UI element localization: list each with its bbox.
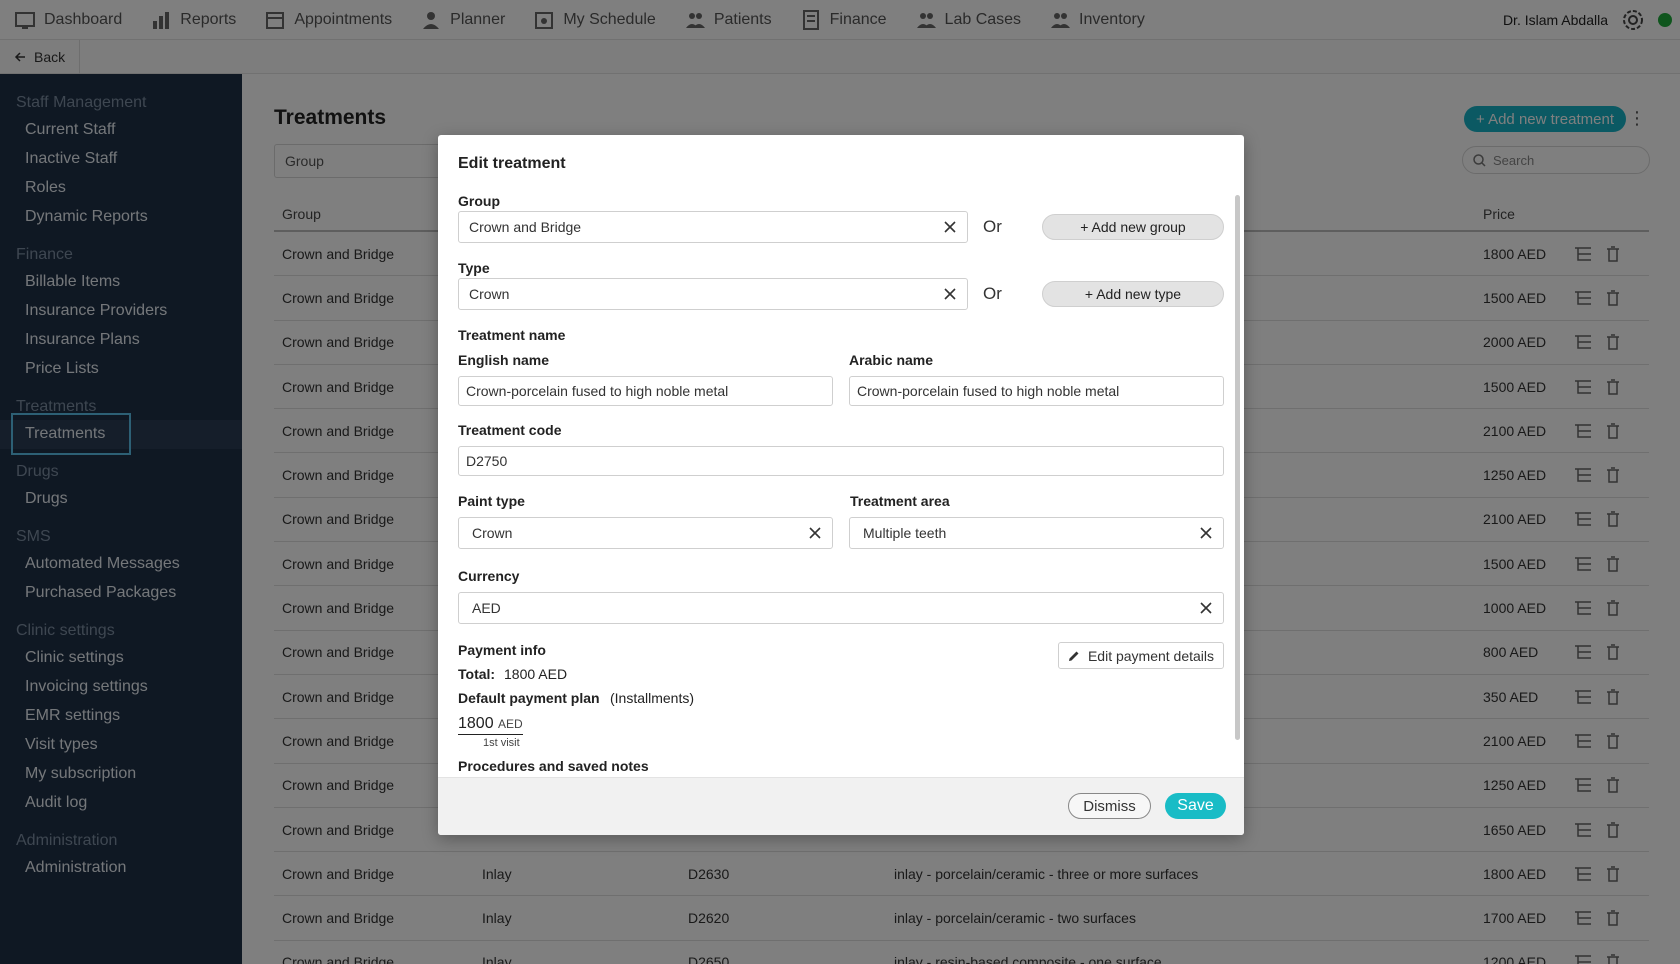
add-new-type-button[interactable]: + Add new type — [1042, 281, 1224, 307]
dialog-footer: Dismiss Save — [438, 777, 1244, 835]
arabic-name-label: Arabic name — [849, 352, 934, 368]
currency-select[interactable]: AED — [458, 592, 1224, 624]
clear-currency-icon[interactable] — [1199, 601, 1213, 615]
edit-treatment-dialog: Edit treatment Group Crown and Bridge Or… — [438, 135, 1244, 835]
total-value: 1800 AED — [504, 666, 568, 682]
total-label: Total: — [458, 666, 496, 682]
dialog-scrollbar[interactable] — [1235, 195, 1240, 740]
paint-type-label: Paint type — [458, 493, 525, 509]
arabic-name-input[interactable]: Crown-porcelain fused to high noble meta… — [849, 376, 1224, 406]
currency-value: AED — [472, 600, 501, 616]
clear-paint-type-icon[interactable] — [808, 526, 822, 540]
installment-amount-value: 1800 — [458, 715, 494, 732]
clear-treatment-area-icon[interactable] — [1199, 526, 1213, 540]
paint-type-value: Crown — [472, 525, 513, 541]
default-payment-plan-label: Default payment plan — [458, 690, 600, 706]
payment-plan-type: (Installments) — [610, 690, 695, 706]
type-select-value: Crown — [469, 286, 510, 302]
group-label: Group — [458, 193, 500, 209]
edit-payment-details-button[interactable]: Edit payment details — [1058, 642, 1224, 669]
procedures-label: Procedures and saved notes — [458, 758, 649, 774]
dismiss-button[interactable]: Dismiss — [1068, 793, 1151, 819]
english-name-label: English name — [458, 352, 550, 368]
dialog-title: Edit treatment — [458, 155, 566, 172]
pencil-icon — [1068, 651, 1079, 661]
payment-info-label: Payment info — [458, 642, 546, 658]
installment-amount[interactable]: 1800 AED — [458, 715, 523, 735]
treatment-area-select[interactable]: Multiple teeth — [849, 517, 1224, 549]
or-text-type: Or — [983, 284, 1002, 303]
clear-group-icon[interactable] — [943, 220, 957, 234]
add-new-group-button[interactable]: + Add new group — [1042, 214, 1224, 240]
group-select[interactable]: Crown and Bridge — [458, 211, 968, 243]
installment-visit-label: 1st visit — [483, 737, 520, 749]
or-text-group: Or — [983, 217, 1002, 236]
english-name-input[interactable]: Crown-porcelain fused to high noble meta… — [458, 376, 833, 406]
treatment-area-label: Treatment area — [850, 493, 950, 509]
treatment-name-heading: Treatment name — [458, 327, 566, 343]
save-button[interactable]: Save — [1165, 793, 1226, 819]
edit-payment-details-label: Edit payment details — [1087, 647, 1215, 664]
treatment-code-input[interactable]: D2750 — [458, 446, 1224, 476]
group-select-value: Crown and Bridge — [469, 219, 582, 235]
treatment-area-value: Multiple teeth — [863, 525, 947, 541]
clear-type-icon[interactable] — [943, 287, 957, 301]
paint-type-select[interactable]: Crown — [458, 517, 833, 549]
type-select[interactable]: Crown — [458, 278, 968, 310]
installment-currency: AED — [498, 717, 523, 731]
type-label: Type — [458, 260, 490, 276]
currency-label: Currency — [458, 568, 520, 584]
treatment-code-label: Treatment code — [458, 422, 562, 438]
